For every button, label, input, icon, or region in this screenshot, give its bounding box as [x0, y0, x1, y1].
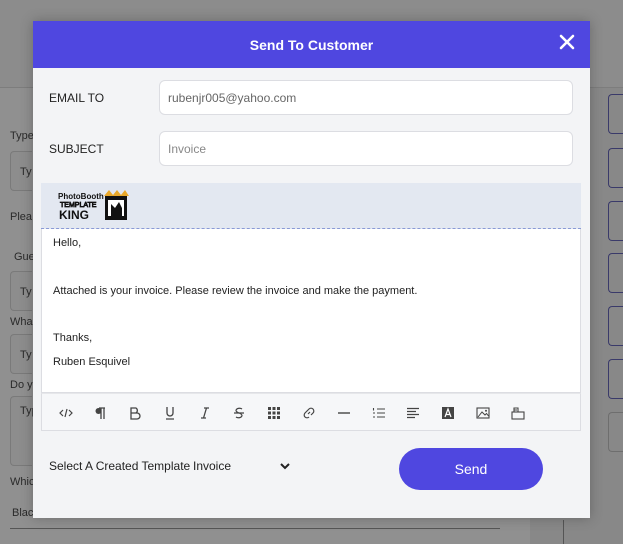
- close-icon: [559, 34, 575, 50]
- subject-field[interactable]: [159, 131, 573, 166]
- ordered-list-button[interactable]: [370, 404, 388, 422]
- email-field[interactable]: [159, 80, 573, 115]
- email-row: EMAIL TO: [33, 80, 590, 116]
- image-icon: [476, 407, 490, 419]
- body-greeting: Hello,: [53, 237, 82, 249]
- bg-vertical-divider: [563, 520, 564, 544]
- horizontal-rule-icon: [338, 412, 350, 414]
- bg-side-button-7: [608, 412, 623, 452]
- link-button[interactable]: [300, 404, 318, 422]
- bold-button[interactable]: [126, 404, 144, 422]
- logo-text-top: PhotoBooth: [58, 192, 104, 201]
- bg-label-type: Type: [10, 130, 34, 142]
- text-color-button[interactable]: [439, 404, 457, 422]
- table-icon: [268, 407, 280, 419]
- bg-input-2: Ty: [10, 271, 32, 311]
- subject-label: SUBJECT: [49, 142, 104, 156]
- align-icon: [407, 407, 419, 419]
- bg-textarea: Typ: [10, 396, 38, 466]
- italic-button[interactable]: [196, 404, 214, 422]
- send-button[interactable]: Send: [399, 448, 543, 490]
- body-signature: Ruben Esquivel: [53, 356, 131, 368]
- video-button[interactable]: [509, 404, 527, 422]
- bg-input-3: Ty: [10, 334, 32, 374]
- bg-label-which: Whic: [10, 476, 35, 488]
- paragraph-button[interactable]: [91, 404, 109, 422]
- modal-title: Send To Customer: [249, 37, 374, 53]
- text-color-icon: [442, 407, 454, 419]
- send-to-customer-modal: Send To Customer EMAIL TO SUBJECT PhotoB…: [33, 21, 590, 518]
- code-view-button[interactable]: [57, 404, 75, 422]
- template-select-label: Select A Created Template: [49, 459, 191, 473]
- editor-toolbar: [41, 393, 581, 431]
- bg-side-button-4: [608, 253, 623, 293]
- email-label: EMAIL TO: [49, 91, 105, 105]
- bg-side-button-1: [608, 94, 623, 134]
- body-closing: Thanks,: [53, 332, 93, 344]
- horizontal-rule-button[interactable]: [335, 404, 353, 422]
- paragraph-icon: [95, 407, 105, 419]
- code-view-icon: [59, 408, 73, 418]
- strikethrough-icon: [234, 407, 244, 419]
- italic-icon: [201, 407, 209, 419]
- align-button[interactable]: [404, 404, 422, 422]
- strikethrough-button[interactable]: [230, 404, 248, 422]
- photobooth-template-king-logo: PhotoBooth TEMPLATE KING: [58, 190, 129, 222]
- bold-icon: [130, 407, 141, 420]
- underline-button[interactable]: [161, 404, 179, 422]
- bg-side-button-5: [608, 306, 623, 346]
- bg-label-please: Plea: [10, 211, 33, 223]
- subject-row: SUBJECT: [33, 131, 590, 167]
- bg-label-black: Blac: [12, 507, 34, 519]
- logo-text-bottom: KING: [59, 208, 89, 222]
- bg-side-button-3: [608, 201, 623, 241]
- close-button[interactable]: [558, 33, 576, 51]
- bg-label-what: Wha: [10, 316, 33, 328]
- template-select[interactable]: Invoice: [189, 457, 293, 475]
- ordered-list-icon: [372, 408, 385, 418]
- bg-input-1: Ty: [10, 151, 32, 191]
- bg-label-do-you: Do y: [10, 379, 33, 391]
- bg-divider: [10, 528, 500, 529]
- email-body-editor[interactable]: Hello, Attached is your invoice. Please …: [41, 229, 581, 393]
- bg-label-guest: Gue: [14, 251, 35, 263]
- modal-header: Send To Customer: [33, 21, 590, 68]
- image-button[interactable]: [474, 404, 492, 422]
- bg-side-button-2: [608, 148, 623, 188]
- table-button[interactable]: [265, 404, 283, 422]
- email-header-image-area: PhotoBooth TEMPLATE KING: [41, 183, 581, 229]
- body-message: Attached is your invoice. Please review …: [53, 285, 418, 297]
- bg-side-button-6: [608, 359, 623, 399]
- underline-icon: [166, 407, 174, 420]
- link-icon: [303, 407, 315, 419]
- video-icon: [511, 407, 525, 420]
